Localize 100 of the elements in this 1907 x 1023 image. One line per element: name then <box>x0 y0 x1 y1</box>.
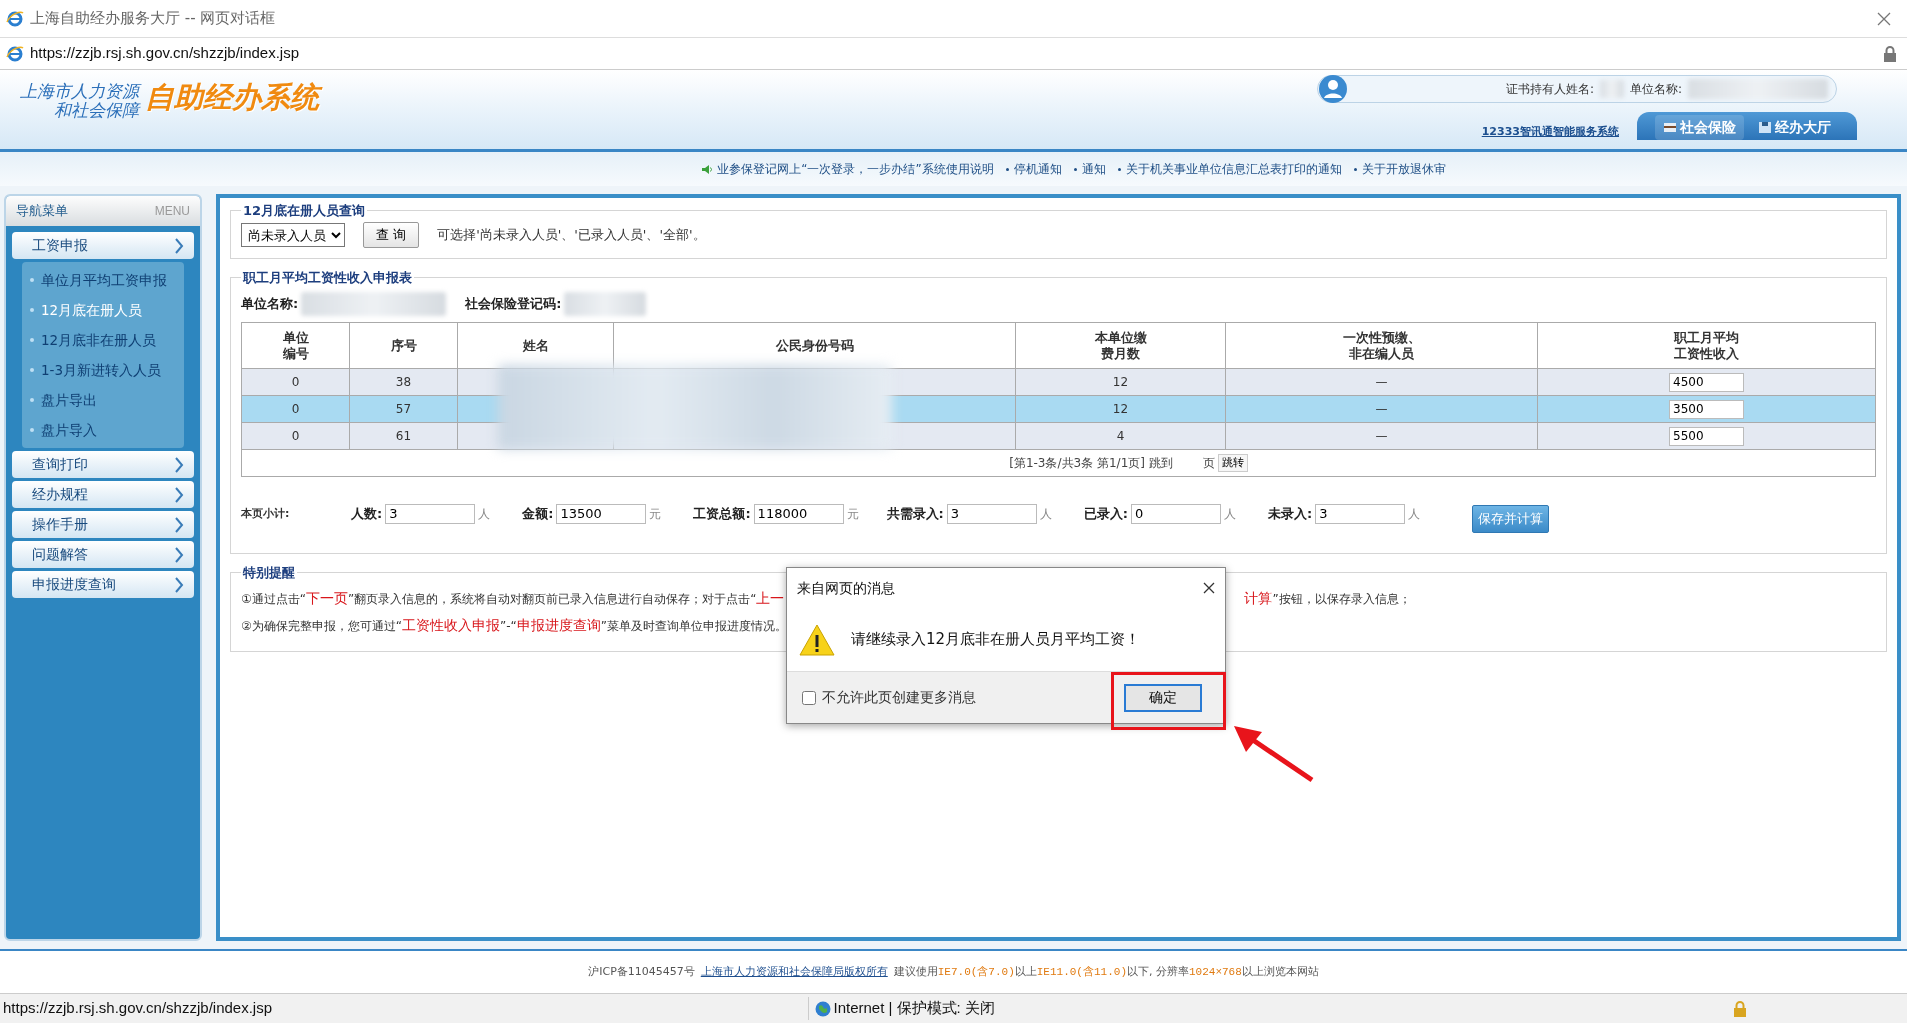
status-select[interactable]: 尚未录入人员 <box>241 223 345 247</box>
zone-text: Internet | 保护模式: 关闭 <box>833 998 995 1019</box>
notice-link[interactable]: 关于开放退休审 <box>1361 160 1446 178</box>
field-label: 已录入: <box>1083 505 1128 523</box>
table-cell: 0 <box>291 402 300 416</box>
lock-icon <box>1733 1000 1747 1017</box>
query-button[interactable]: 查 询 <box>363 222 420 248</box>
subtotal-field[interactable]: 3 <box>1315 503 1406 524</box>
column-header: 编号 <box>282 345 309 361</box>
table-cell: 0 <box>291 429 300 443</box>
submenu-item[interactable]: 盘片导入 <box>22 415 184 445</box>
browser-icon <box>6 9 24 28</box>
field-label: 工资总额: <box>693 505 751 523</box>
table-cell: — <box>1375 429 1388 443</box>
hint-text: 可选择'尚未录入人员'、'已录入人员'、'全部'。 <box>437 226 706 245</box>
subtotal-field[interactable]: 0 <box>1131 503 1221 524</box>
column-header: 单位 <box>282 329 309 345</box>
subtotal-field[interactable]: 118000 <box>753 503 844 524</box>
note-text: ①通过点击“下一页”翻页录入信息的，系统将自动对翻页前已录入信息进行自动保存；对于点击“上一 <box>241 589 785 608</box>
pager-text: [第1-3条/共3条 第1/1页] 跳到 <box>1009 455 1173 472</box>
subtotal-field[interactable]: 3 <box>946 503 1037 524</box>
column-header: 本单位缴 <box>1094 329 1147 345</box>
table-cell: 57 <box>395 402 412 416</box>
globe-icon <box>814 1000 831 1017</box>
income-field[interactable]: 4500 <box>1669 372 1744 392</box>
logo-text: 和社会保障 <box>54 100 139 120</box>
table-cell: — <box>1375 402 1388 416</box>
window-title: 上海自助经办服务大厅 -- 网页对话框 <box>30 8 277 30</box>
section-title: 特别提醒 <box>242 565 296 579</box>
column-header: 姓名 <box>522 337 549 353</box>
chevron-icon <box>174 576 184 593</box>
menu-button[interactable]: 经办规程 <box>12 481 194 508</box>
book-icon <box>1663 121 1677 134</box>
unit-text: 人 <box>1039 505 1052 523</box>
status-url: https://zzjb.rsj.sh.gov.cn/shzzjb/index.jsp <box>3 998 273 1019</box>
address-text: https://zzjb.rsj.sh.gov.cn/shzzjb/index.jsp <box>30 43 300 64</box>
column-header: 职工月平均 <box>1674 329 1739 345</box>
field-label: 共需录入: <box>886 505 944 523</box>
ok-button[interactable]: 确定 <box>1124 683 1202 712</box>
pager-text: 页 <box>1202 455 1215 472</box>
field-label: 人数: <box>351 505 383 523</box>
dialog-title: 来自网页的消息 <box>797 578 895 598</box>
unit-text: 元 <box>649 505 662 523</box>
section-title: 12月底在册人员查询 <box>242 204 367 217</box>
unit-label: 单位名称: <box>1629 81 1682 98</box>
submenu-item[interactable]: 单位月平均工资申报 <box>22 265 184 295</box>
subtotal-field[interactable]: 13500 <box>556 503 647 524</box>
notice-link[interactable]: 业参保登记网上“一次登录，一步办结”系统使用说明 <box>717 160 994 178</box>
notice-link[interactable]: 通知 <box>1081 160 1106 178</box>
chevron-icon <box>174 456 184 473</box>
table-cell: 0 <box>291 375 300 389</box>
chevron-icon <box>174 237 184 254</box>
warning-icon <box>799 623 835 656</box>
menu-button[interactable]: 工资申报 <box>12 232 194 259</box>
checkbox[interactable] <box>802 690 816 705</box>
copyright-link[interactable]: 上海市人力资源和社会保障局版权所有 <box>700 963 888 981</box>
note-text: 计算”按钮，以保存录入信息； <box>1244 589 1411 608</box>
column-header: 工资性收入 <box>1674 345 1739 361</box>
menu-label: MENU <box>154 203 190 220</box>
reg-code-label: 社会保险登记码: <box>465 295 562 314</box>
advice-text: 建议使用IE7.0(含7.0)以上IE11.0(含11.0)以下, 分辨率1024×768以上浏览本网站 <box>893 963 1319 980</box>
jump-button[interactable]: 跳转 <box>1217 454 1248 472</box>
table-cell: 61 <box>395 429 412 443</box>
subtotal-field[interactable]: 3 <box>385 503 476 524</box>
menu-button[interactable]: 问题解答 <box>12 541 194 568</box>
close-icon[interactable] <box>1203 582 1215 594</box>
browser-icon <box>6 44 24 63</box>
table-cell: 12 <box>1112 402 1129 416</box>
table-cell: — <box>1375 375 1388 389</box>
chevron-icon <box>174 516 184 533</box>
field-label: 金额: <box>522 505 554 523</box>
menu-button[interactable]: 操作手册 <box>12 511 194 538</box>
chevron-icon <box>174 546 184 563</box>
subtotal-label: 本页小计: <box>241 505 291 522</box>
notice-link[interactable]: 关于机关事业单位信息汇总表打印的通知 <box>1125 160 1342 178</box>
icp-text: 沪ICP备11045457号 <box>588 963 695 980</box>
unit-name-label: 单位名称: <box>241 295 299 314</box>
column-header: 费月数 <box>1101 345 1140 361</box>
income-field[interactable]: 3500 <box>1669 399 1744 419</box>
service-link[interactable]: 12333智讯通智能服务系统 <box>1481 123 1619 140</box>
unit-text: 人 <box>1408 505 1421 523</box>
income-field[interactable]: 5500 <box>1669 426 1744 446</box>
menu-title: 导航菜单 <box>16 202 68 221</box>
column-header: 序号 <box>390 337 417 353</box>
submenu-item[interactable]: 盘片导出 <box>22 385 184 415</box>
menu-button[interactable]: 查询打印 <box>12 451 194 478</box>
menu-button[interactable]: 申报进度查询 <box>12 571 194 598</box>
column-header: 公民身份号码 <box>775 337 854 353</box>
submenu-item[interactable]: 1-3月新进转入人员 <box>22 355 184 385</box>
column-header: 非在编人员 <box>1349 345 1414 361</box>
note-text: ②为确保完整申报，您可通过“工资性收入申报”-“申报进度查询”菜单及时查询单位申报进度情况。 <box>241 616 787 635</box>
table-cell: 38 <box>395 375 412 389</box>
notice-link[interactable]: 停机通知 <box>1013 160 1062 178</box>
table-cell: 4 <box>1116 429 1125 443</box>
nav-tab[interactable]: 经办大厅 <box>1750 115 1839 140</box>
user-icon <box>1318 74 1348 104</box>
chevron-icon <box>174 486 184 503</box>
table-cell: 12 <box>1112 375 1129 389</box>
submenu-item[interactable]: 12月底非在册人员 <box>22 325 184 355</box>
column-header: 一次性预缴、 <box>1342 329 1421 345</box>
